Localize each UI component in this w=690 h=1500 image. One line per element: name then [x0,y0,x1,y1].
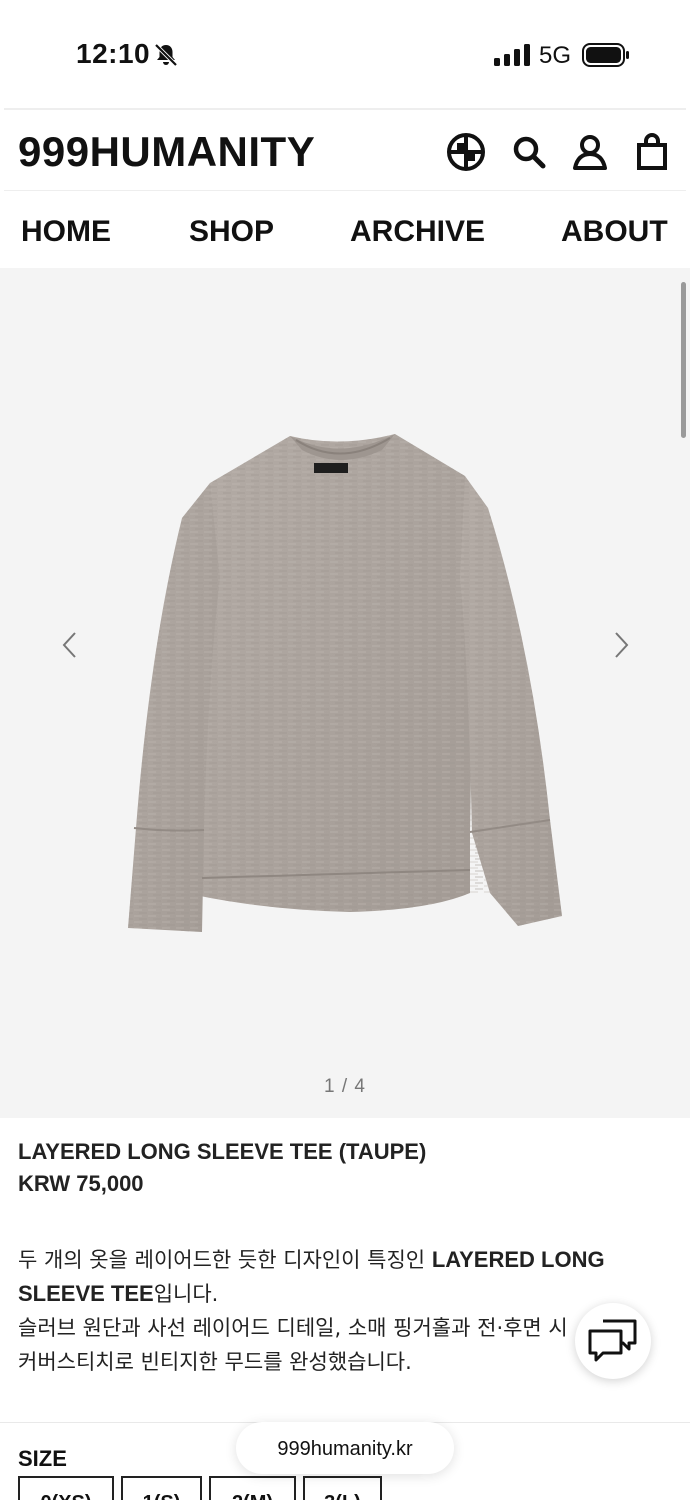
nav-home[interactable]: HOME [21,215,111,249]
globe-icon[interactable] [446,132,486,172]
search-icon[interactable] [509,132,549,172]
network-type: 5G [539,42,572,69]
bell-slash-icon [154,43,178,67]
scrollbar[interactable] [681,282,686,438]
desc-text: 두 개의 옷을 레이어드한 듯한 디자인이 특징인 [18,1248,432,1272]
prev-image-arrow[interactable] [60,630,80,660]
battery-icon [582,43,629,67]
status-bar: 12:10 5G [0,0,690,108]
main-nav: HOME SHOP ARCHIVE ABOUT [4,190,686,268]
product-gallery[interactable]: 1 / 4 [0,268,690,1118]
nav-shop[interactable]: SHOP [189,215,274,249]
desc-text: 커버스티치로 빈티지한 무드를 완성했습니다. [18,1350,412,1374]
product-description: 두 개의 옷을 레이어드한 듯한 디자인이 특징인 LAYERED LONG S… [18,1243,658,1379]
size-label: SIZE [18,1446,67,1471]
chat-button[interactable] [575,1303,651,1379]
desc-text: 입니다. [153,1282,219,1306]
size-option-s[interactable]: 1(S) [121,1476,202,1500]
signal-icon [494,44,530,66]
size-option-xs[interactable]: 0(XS) [18,1476,114,1500]
next-image-arrow[interactable] [611,630,631,660]
desc-product-name: LAYERED LONG [431,1247,605,1272]
image-counter: 1 / 4 [324,1076,366,1097]
cart-icon[interactable] [632,132,672,172]
chat-icon [588,1319,637,1362]
desc-text: 슬러브 원단과 사선 레이어드 디테일, 소매 핑거홀과 전·후면 시 [18,1316,568,1340]
site-logo[interactable]: 999HUMANITY [18,128,315,176]
desc-product-name: SLEEVE TEE [18,1281,154,1306]
size-option-l[interactable]: 3(L) [303,1476,382,1500]
product-image [128,434,562,932]
size-option-m[interactable]: 2(M) [209,1476,296,1500]
nav-about[interactable]: ABOUT [561,215,668,249]
product-title: LAYERED LONG SLEEVE TEE (TAUPE) [18,1139,427,1164]
account-icon[interactable] [570,132,610,172]
product-price: KRW 75,000 [18,1171,144,1196]
status-time: 12:10 [76,38,151,69]
site-header: 999HUMANITY [4,108,686,190]
browser-url-bar[interactable]: 999humanity.kr [236,1422,454,1474]
nav-archive[interactable]: ARCHIVE [350,215,485,249]
